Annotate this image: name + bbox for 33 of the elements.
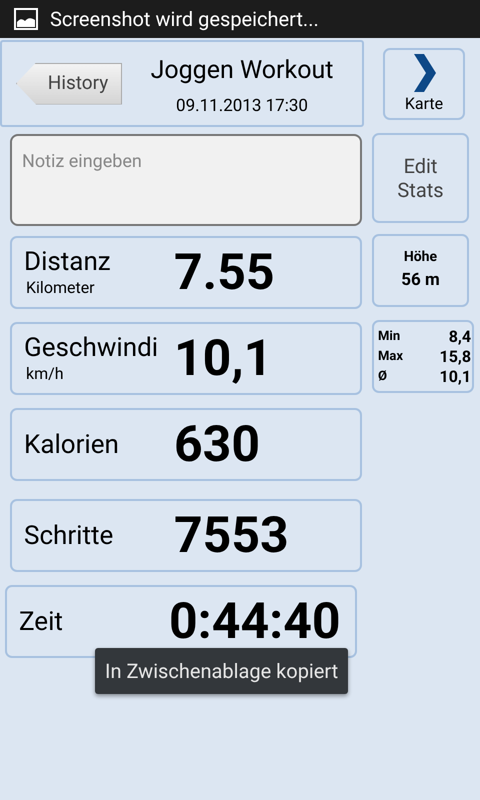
summary-label: Min [378,328,400,346]
summary-label: Max [378,348,403,366]
stat-unit: Kilometer [26,276,96,298]
stat-label: Distanz [24,246,112,276]
map-button[interactable]: Karte [383,48,465,120]
summary-value: 15,8 [440,346,471,366]
chevron-right-icon [412,54,436,92]
image-icon [14,8,38,30]
stat-value: 630 [174,420,260,470]
stat-card[interactable]: Distanz Kilometer 7.55 [10,236,362,309]
history-button[interactable]: History [16,62,122,104]
workout-date: 09.11.2013 17:30 [176,94,308,118]
edit-stats-button[interactable]: Edit Stats [372,133,469,223]
workout-title: Joggen Workout [150,54,334,87]
stat-label: Kalorien [24,430,120,460]
summary-value: 8,4 [448,326,471,346]
altitude-value: 56 m [401,269,440,292]
notification-text: Screenshot wird gespeichert... [50,6,319,33]
stat-value: 0:44:40 [169,596,341,646]
summary-value: 10,1 [440,366,471,386]
altitude-label: Höhe [404,248,438,268]
stat-label: Schritte [24,520,114,550]
stat-value: 7553 [174,510,289,560]
stat-label: Geschwindi [24,332,160,362]
stat-card[interactable]: Kalorien 630 [10,408,362,481]
stat-value: 7.55 [174,248,275,298]
toast: In Zwischenablage kopiert [95,648,348,694]
note-field[interactable]: Notiz eingeben [10,134,362,226]
stat-unit: km/h [26,362,65,384]
stat-value: 10,1 [174,334,272,384]
stat-card[interactable]: Schritte 7553 [10,499,362,572]
summary-label: Ø [378,368,387,386]
stat-label: Zeit [19,606,64,636]
